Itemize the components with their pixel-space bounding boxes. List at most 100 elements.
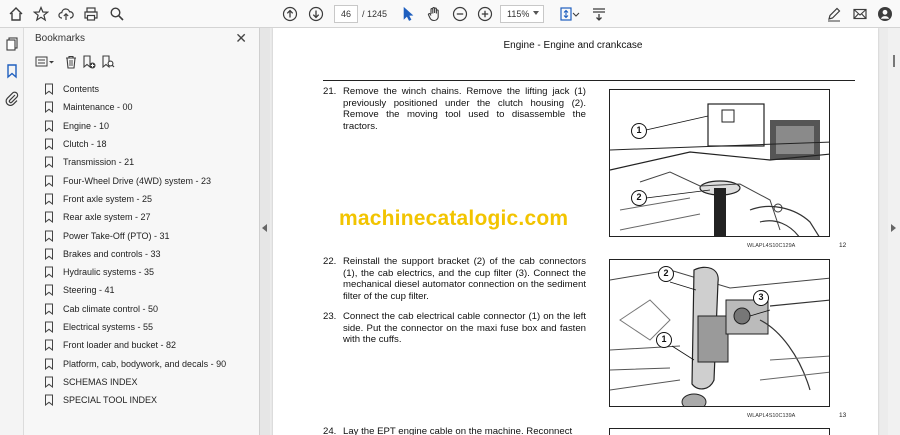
figure-callout: 3 [753, 290, 769, 306]
delete-icon[interactable] [64, 55, 78, 69]
bookmark-item[interactable]: Transmission - 21 [42, 153, 257, 171]
step-text: Lay the EPT engine cable on the machine.… [343, 426, 573, 435]
add-bookmark-icon[interactable] [82, 55, 96, 69]
account-icon[interactable] [875, 4, 895, 24]
sign-pen-icon[interactable] [824, 4, 844, 24]
search-icon[interactable] [107, 4, 127, 24]
document-viewer[interactable]: Engine - Engine and crankcase 21. Remove… [270, 28, 900, 435]
bookmark-icon [45, 394, 53, 407]
bookmark-label: SPECIAL TOOL INDEX [63, 395, 158, 406]
bookmark-options-icon[interactable] [35, 55, 55, 69]
page-number-input[interactable]: 46 [334, 5, 358, 23]
bookmark-label: Rear axle system - 27 [63, 212, 151, 223]
bookmark-item[interactable]: SPECIAL TOOL INDEX [42, 391, 257, 409]
panel-splitter[interactable] [260, 28, 270, 435]
zoom-out-icon[interactable] [450, 4, 470, 24]
attachment-icon[interactable] [2, 88, 22, 108]
bookmark-label: Hydraulic systems - 35 [63, 267, 155, 278]
email-icon[interactable] [850, 4, 870, 24]
find-bookmark-icon[interactable] [101, 55, 115, 69]
home-icon[interactable] [6, 4, 26, 24]
figure-12-image: 1 2 [609, 89, 830, 237]
bookmark-item[interactable]: Electrical systems - 55 [42, 318, 257, 336]
star-icon[interactable] [31, 4, 51, 24]
vertical-scrollbar[interactable] [888, 28, 900, 435]
page-thumbnails-icon[interactable] [2, 34, 22, 54]
collapse-panel-arrow[interactable] [262, 224, 267, 232]
previous-page-icon[interactable] [280, 4, 300, 24]
figure-callout: 1 [656, 332, 672, 348]
bookmark-item[interactable]: Front axle system - 25 [42, 190, 257, 208]
figure-13-number: 13 [839, 412, 847, 419]
bookmark-label: Transmission - 21 [63, 157, 135, 168]
bookmark-item[interactable]: Steering - 41 [42, 281, 257, 299]
bookmark-label: Clutch - 18 [63, 139, 107, 150]
bookmark-icon [45, 193, 53, 205]
bookmark-icon [45, 83, 53, 96]
bookmark-item[interactable]: Clutch - 18 [42, 135, 257, 153]
next-page-icon[interactable] [306, 4, 326, 24]
step-number: 22. [323, 256, 337, 267]
figure-callout: 1 [631, 123, 647, 139]
bookmark-item[interactable]: Brakes and controls - 33 [42, 245, 257, 263]
bookmark-icon [45, 376, 53, 388]
bookmark-label: Platform, cab, bodywork, and decals - 90 [63, 358, 227, 369]
expand-panel-arrow[interactable] [891, 224, 896, 232]
step-text: Connect the cab electrical cable connect… [343, 311, 586, 345]
chevron-down-icon[interactable] [572, 4, 580, 24]
step-21: 21. Remove the winch chains. Remove the … [323, 86, 588, 136]
cloud-upload-icon[interactable] [56, 4, 76, 24]
figure-callout: 2 [631, 190, 647, 206]
figure-14-image-partial [609, 428, 830, 435]
bookmark-item[interactable]: Hydraulic systems - 35 [42, 263, 257, 281]
hand-tool-icon[interactable] [424, 4, 444, 24]
bookmark-item[interactable]: Rear axle system - 27 [42, 208, 257, 226]
bookmark-icon [45, 339, 53, 352]
step-text: Remove the winch chains. Remove the lift… [343, 86, 586, 132]
figure-13-image: 2 3 1 [609, 259, 830, 407]
bookmark-label: Cab climate control - 50 [63, 303, 159, 314]
page-header: Engine - Engine and crankcase [503, 40, 643, 51]
scrollbar-thumb[interactable] [893, 55, 895, 67]
bookmark-item[interactable]: Front loader and bucket - 82 [42, 336, 257, 354]
bookmark-item[interactable]: Cab climate control - 50 [42, 300, 257, 318]
bookmarks-list: Contents Maintenance - 00 Engine - 10 Clutc… [42, 80, 257, 409]
bookmark-icon[interactable] [2, 61, 22, 81]
bookmark-icon [45, 321, 53, 333]
bookmark-item[interactable]: SCHEMAS INDEX [42, 373, 257, 391]
bookmark-label: Brakes and controls - 33 [63, 248, 161, 259]
bookmark-item[interactable]: Engine - 10 [42, 117, 257, 135]
print-icon[interactable] [81, 4, 101, 24]
figure-12-caption: WLAPL4S10C129A [747, 243, 796, 249]
bookmark-item[interactable]: Maintenance - 00 [42, 98, 257, 116]
bookmark-icon [45, 358, 53, 370]
zoom-in-icon[interactable] [475, 4, 495, 24]
pdf-page: Engine - Engine and crankcase 21. Remove… [273, 28, 878, 435]
figure-13-caption: WLAPL4S10C139A [747, 413, 796, 419]
bookmark-label: Four-Wheel Drive (4WD) system - 23 [63, 175, 212, 186]
bookmark-item[interactable]: Contents [42, 80, 257, 98]
step-22: 22. Reinstall the support bracket (2) of… [323, 256, 588, 306]
step-number: 23. [323, 311, 337, 322]
bookmark-item[interactable]: Four-Wheel Drive (4WD) system - 23 [42, 171, 257, 189]
bookmark-icon [45, 303, 53, 315]
scroll-mode-icon[interactable] [589, 4, 609, 24]
zoom-level-value: 115% [507, 9, 530, 19]
bookmarks-panel: Bookmarks ✕ Contents Maintenance - 00 Engi… [24, 28, 260, 435]
watermark-text: machinecatalogic.com [339, 207, 569, 230]
step-text: Reinstall the support bracket (2) of the… [343, 256, 586, 302]
select-cursor-icon[interactable] [398, 4, 418, 24]
bookmark-icon [45, 156, 53, 169]
bookmark-icon [45, 175, 53, 187]
bookmark-label: Power Take-Off (PTO) - 31 [63, 230, 170, 241]
zoom-level-dropdown[interactable]: 115% [500, 5, 544, 23]
bookmark-label: Maintenance - 00 [63, 102, 133, 113]
bookmark-icon [45, 284, 53, 297]
bookmark-item[interactable]: Power Take-Off (PTO) - 31 [42, 226, 257, 244]
bookmarks-toolbar [35, 55, 135, 71]
close-icon[interactable]: ✕ [235, 31, 247, 45]
bookmark-item[interactable]: Platform, cab, bodywork, and decals - 90 [42, 354, 257, 372]
bookmark-icon [45, 101, 53, 114]
bookmarks-panel-title: Bookmarks [35, 33, 86, 44]
bookmark-label: Front axle system - 25 [63, 193, 153, 204]
